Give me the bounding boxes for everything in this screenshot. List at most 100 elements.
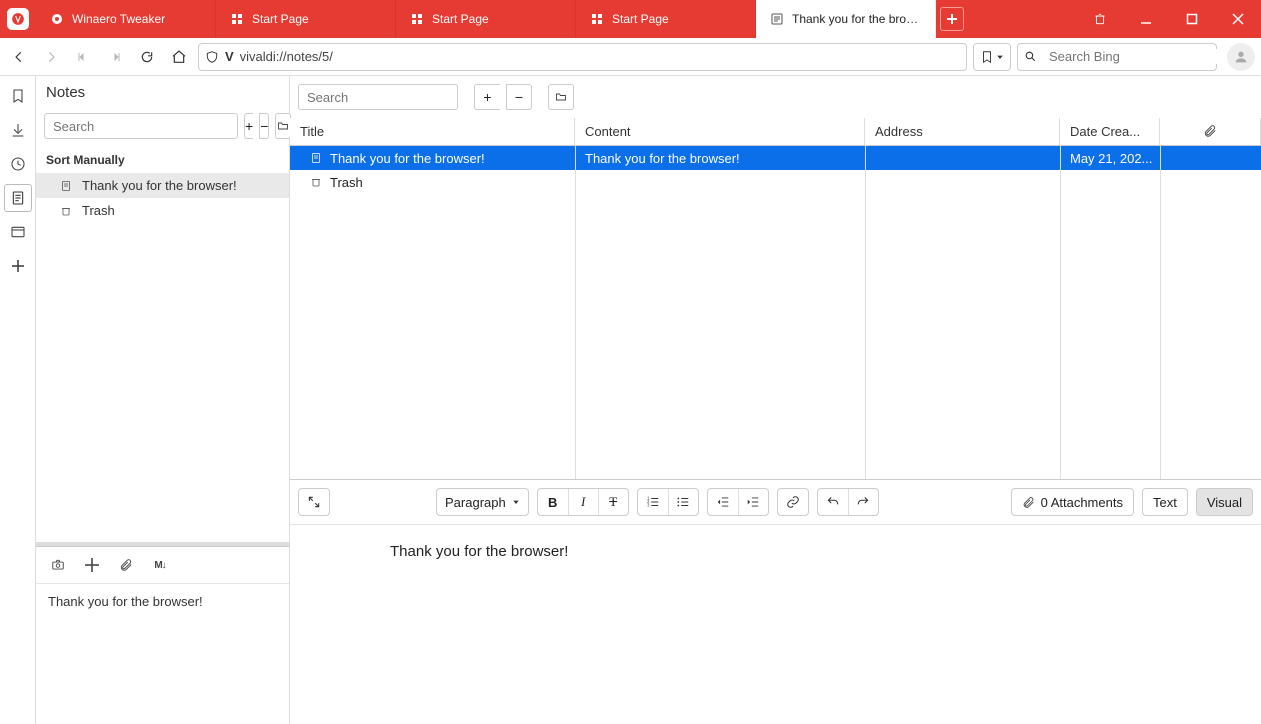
speeddial-icon: [590, 12, 604, 26]
col-title[interactable]: Title: [290, 118, 575, 145]
col-date[interactable]: Date Crea...: [1060, 118, 1160, 145]
tab-strip: Winaero Tweaker Start Page Start Page St…: [36, 0, 936, 38]
new-folder-button[interactable]: [275, 113, 291, 139]
unordered-list-button[interactable]: [668, 489, 698, 515]
ordered-list-button[interactable]: 123: [638, 489, 668, 515]
url-input[interactable]: [240, 49, 960, 64]
table-row[interactable]: Thank you for the browser! Thank you for…: [290, 146, 1261, 170]
title-bar: Winaero Tweaker Start Page Start Page St…: [0, 0, 1261, 38]
tab-label: Start Page: [612, 12, 669, 26]
note-preview-text[interactable]: Thank you for the browser!: [36, 584, 289, 724]
editor-body[interactable]: Thank you for the browser!: [290, 525, 1261, 724]
bookmark-button[interactable]: [973, 43, 1011, 71]
note-icon: [60, 180, 74, 192]
sidebar-search-row: + −: [36, 109, 289, 147]
outdent-button[interactable]: [708, 489, 738, 515]
mode-visual-button[interactable]: Visual: [1196, 488, 1253, 516]
search-icon[interactable]: [1024, 50, 1037, 63]
remove-note-button[interactable]: −: [259, 113, 269, 139]
notes-manager: + − Title Content Address Date Crea... T…: [290, 76, 1261, 724]
maximize-button[interactable]: [1169, 0, 1215, 38]
reload-button[interactable]: [134, 44, 160, 70]
bold-button[interactable]: B: [538, 489, 568, 515]
col-attachments[interactable]: [1160, 118, 1261, 145]
chevron-down-icon: [512, 498, 520, 506]
add-attachment-button[interactable]: [82, 555, 102, 575]
italic-button[interactable]: I: [568, 489, 598, 515]
forward-button[interactable]: [38, 44, 64, 70]
content-new-folder-button[interactable]: [548, 84, 574, 110]
new-tab-button[interactable]: [940, 7, 964, 31]
col-content[interactable]: Content: [575, 118, 865, 145]
tab-label: Start Page: [252, 12, 309, 26]
home-button[interactable]: [166, 44, 192, 70]
vivaldi-v-icon[interactable]: V: [225, 49, 234, 64]
app-icon: [50, 12, 64, 26]
row-title: Thank you for the browser!: [330, 151, 485, 166]
tree-trash-item[interactable]: Trash: [36, 198, 289, 223]
link-button[interactable]: [778, 489, 808, 515]
attachment-icon-button[interactable]: [116, 555, 136, 575]
notes-panel-button[interactable]: [4, 184, 32, 212]
search-input[interactable]: [1049, 49, 1225, 64]
shield-icon[interactable]: [205, 50, 219, 64]
svg-text:3: 3: [647, 503, 650, 508]
new-note-button[interactable]: +: [244, 113, 253, 139]
content-remove-note-button[interactable]: −: [506, 84, 532, 110]
attachments-button[interactable]: 0 Attachments: [1011, 488, 1134, 516]
content-new-note-button[interactable]: +: [474, 84, 500, 110]
markdown-toggle-button[interactable]: M↓: [150, 555, 170, 575]
tree-note-item[interactable]: Thank you for the browser!: [36, 173, 289, 198]
address-bar: V: [0, 38, 1261, 76]
undo-button[interactable]: [818, 489, 848, 515]
table-row[interactable]: Trash: [290, 170, 1261, 194]
chevron-down-icon: [996, 53, 1004, 61]
closed-tabs-trash-button[interactable]: [1077, 0, 1123, 38]
mode-text-button[interactable]: Text: [1142, 488, 1188, 516]
vivaldi-logo[interactable]: [0, 0, 36, 38]
paragraph-select[interactable]: Paragraph: [436, 488, 529, 516]
profile-button[interactable]: [1227, 43, 1255, 71]
speeddial-icon: [230, 12, 244, 26]
note-editor: Paragraph B I T 123: [290, 479, 1261, 724]
speeddial-icon: [410, 12, 424, 26]
row-content: Thank you for the browser!: [585, 151, 740, 166]
close-button[interactable]: [1215, 0, 1261, 38]
sidebar-search-input[interactable]: [44, 113, 238, 139]
tab-notes-active[interactable]: Thank you for the browser!: [756, 0, 936, 38]
tree-item-label: Trash: [82, 203, 115, 218]
row-date: May 21, 202...: [1070, 151, 1152, 166]
window-panel-button[interactable]: [4, 218, 32, 246]
indent-button[interactable]: [738, 489, 768, 515]
note-icon: [310, 152, 322, 164]
table-body: Thank you for the browser! Thank you for…: [290, 146, 1261, 479]
paragraph-label: Paragraph: [445, 495, 506, 510]
minimize-button[interactable]: [1123, 0, 1169, 38]
strikethrough-button[interactable]: T: [598, 489, 628, 515]
screenshot-button[interactable]: [48, 555, 68, 575]
fast-forward-button[interactable]: [102, 44, 128, 70]
tab-start-page-1[interactable]: Start Page: [216, 0, 396, 38]
rewind-button[interactable]: [70, 44, 96, 70]
panel-title: Notes: [36, 76, 289, 109]
sort-header[interactable]: Sort Manually: [36, 147, 289, 173]
tab-label: Start Page: [432, 12, 489, 26]
downloads-panel-button[interactable]: [4, 116, 32, 144]
redo-button[interactable]: [848, 489, 878, 515]
add-panel-button[interactable]: [4, 252, 32, 280]
tab-start-page-3[interactable]: Start Page: [576, 0, 756, 38]
trash-icon: [310, 176, 322, 188]
col-address[interactable]: Address: [865, 118, 1060, 145]
tab-winaero-tweaker[interactable]: Winaero Tweaker: [36, 0, 216, 38]
table-header: Title Content Address Date Crea...: [290, 118, 1261, 146]
sidebar-preview-area: M↓ Thank you for the browser!: [36, 546, 289, 724]
tab-start-page-2[interactable]: Start Page: [396, 0, 576, 38]
fullscreen-button[interactable]: [299, 489, 329, 515]
bookmarks-panel-button[interactable]: [4, 82, 32, 110]
preview-toolbar: M↓: [36, 547, 289, 584]
history-panel-button[interactable]: [4, 150, 32, 178]
editor-toolbar: Paragraph B I T 123: [290, 480, 1261, 525]
back-button[interactable]: [6, 44, 32, 70]
search-field-group: [1017, 43, 1217, 71]
content-search-input[interactable]: [298, 84, 458, 110]
